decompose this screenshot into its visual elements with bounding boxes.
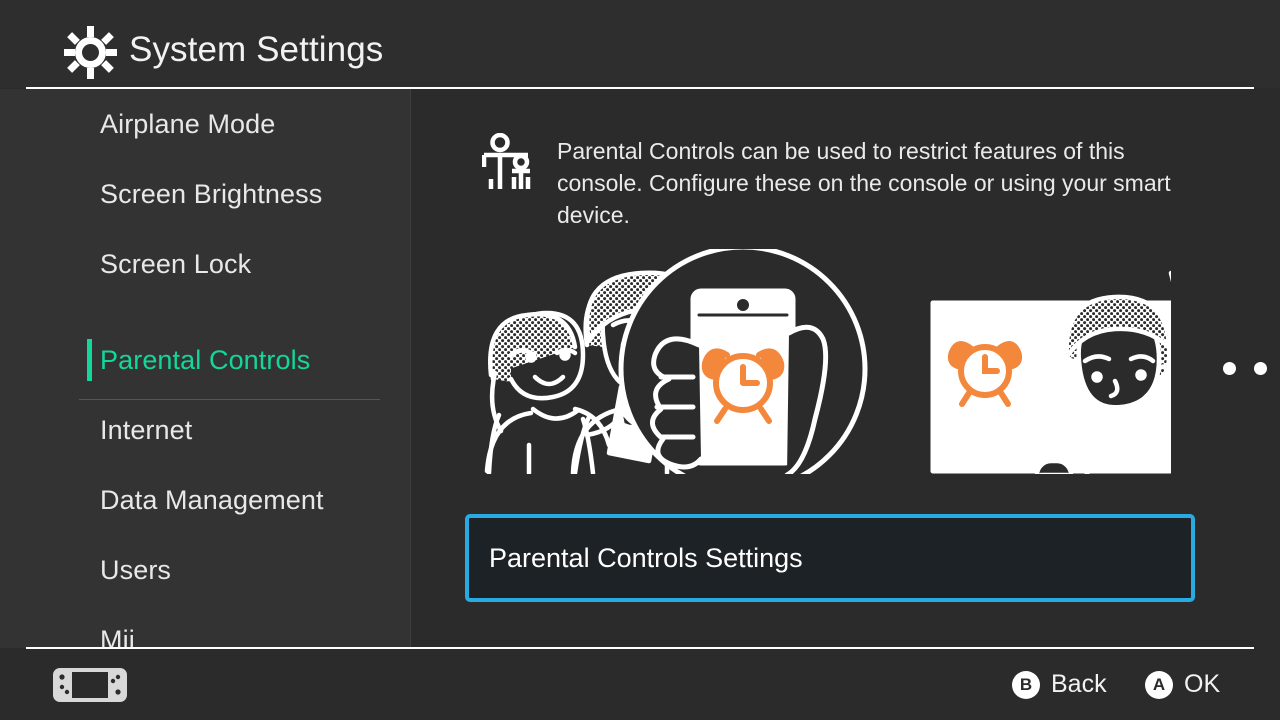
b-button-icon: B [1012, 670, 1040, 699]
parental-controls-icon [481, 132, 540, 191]
sidebar-item-parental-controls[interactable]: Parental Controls [0, 325, 411, 395]
hint-back[interactable]: B Back [1012, 670, 1107, 699]
sidebar-item-label: Screen Lock [100, 248, 252, 279]
sidebar-item-screen-lock[interactable]: Screen Lock [0, 229, 411, 299]
gear-icon [64, 26, 117, 79]
sidebar-item-data-management[interactable]: Data Management [0, 465, 411, 535]
sidebar-item-airplane-mode[interactable]: Airplane Mode [0, 89, 411, 159]
hint-ok[interactable]: A OK [1145, 670, 1220, 699]
sidebar-item-screen-brightness[interactable]: Screen Brightness [0, 159, 411, 229]
hint-ok-label: OK [1184, 670, 1221, 698]
sidebar-item-label: Airplane Mode [100, 108, 276, 139]
a-button-icon: A [1145, 670, 1173, 699]
sidebar-item-label: Mii [100, 624, 135, 649]
sidebar-item-internet[interactable]: Internet [0, 395, 411, 465]
sidebar-item-label: Users [100, 554, 172, 585]
selection-marker [87, 339, 92, 381]
parental-controls-settings-button[interactable]: Parental Controls Settings [465, 514, 1195, 602]
hint-back-label: Back [1051, 670, 1107, 698]
switch-console-icon [53, 668, 127, 702]
sidebar-item-label: Internet [100, 414, 193, 445]
progress-dot [1254, 362, 1267, 375]
progress-dot [1223, 362, 1236, 375]
description-text: Parental Controls can be used to restric… [557, 138, 1171, 228]
page-title: System Settings [129, 30, 384, 69]
main-content: Parental Controls can be used to restric… [411, 89, 1280, 648]
sidebar-item-users[interactable]: Users [0, 535, 411, 605]
header-bar: System Settings [0, 0, 1280, 89]
sidebar-item-label: Data Management [100, 484, 324, 515]
sidebar-item-label: Parental Controls [100, 344, 311, 375]
sidebar-item-label: Screen Brightness [100, 178, 323, 209]
system-settings-screen: System Settings Airplane Mode Screen Bri… [0, 0, 1280, 720]
footer-bar: B Back A OK [0, 649, 1280, 720]
parental-controls-illustration [471, 244, 1267, 554]
settings-sidebar[interactable]: Airplane Mode Screen Brightness Screen L… [0, 89, 411, 648]
sidebar-item-mii[interactable]: Mii [0, 605, 411, 649]
button-label: Parental Controls Settings [489, 542, 803, 573]
